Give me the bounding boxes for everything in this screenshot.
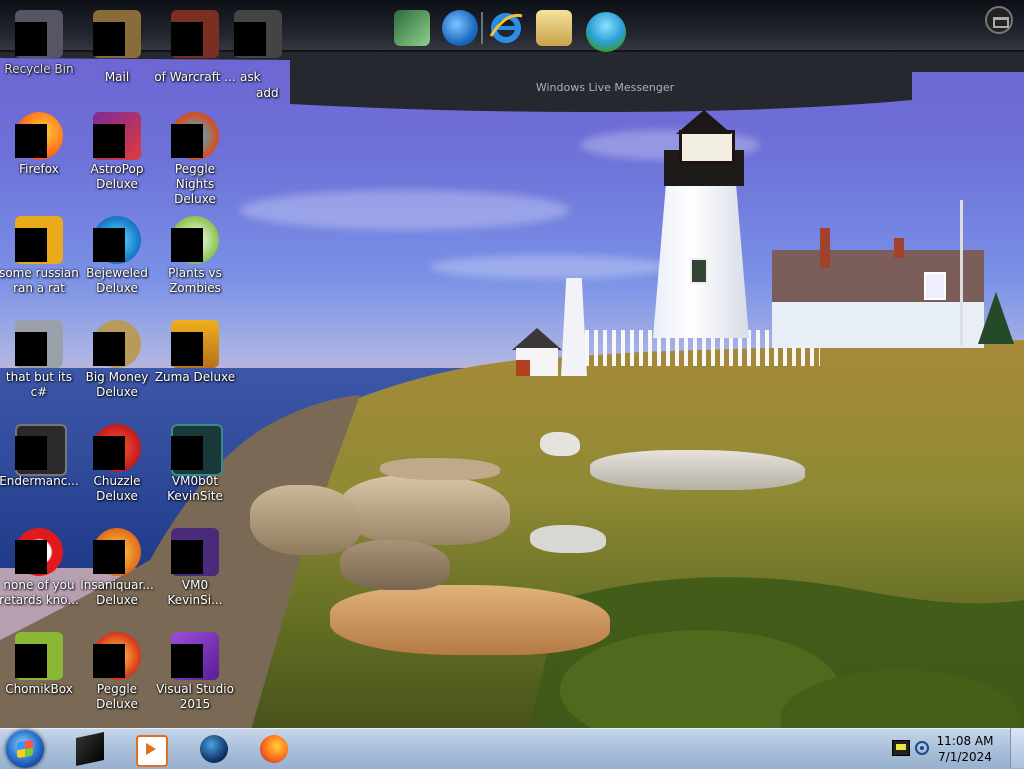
dock-app-download-icon[interactable]: [442, 10, 478, 46]
desktop-icon-peggle-nights[interactable]: Peggle Nights Deluxe: [154, 112, 236, 207]
desktop-icon-c-sharp[interactable]: that but its c#: [0, 320, 80, 400]
taskbar-clock[interactable]: 11:08 AM 7/1/2024: [930, 733, 1000, 765]
dock-app-photo-gallery-icon[interactable]: [536, 10, 572, 46]
clock-time: 11:08 AM: [936, 734, 994, 748]
desktop-icon-warcraft[interactable]: of Warcraft ...: [154, 10, 236, 85]
wallpaper-rock: [330, 585, 610, 655]
wallpaper-keeper-house: [772, 228, 984, 348]
desktop-icon-label: Peggle Deluxe: [96, 682, 138, 711]
tray-display-icon[interactable]: [892, 740, 910, 756]
desktop-icon-label: Firefox: [19, 162, 59, 176]
dock-menu-button[interactable]: [985, 6, 1013, 34]
desktop-icon-chuzzle[interactable]: Chuzzle Deluxe: [76, 424, 158, 504]
dock-app-spreadsheet-icon[interactable]: [394, 10, 430, 46]
globe-icon: [200, 735, 228, 763]
desktop-icon-recycle-bin[interactable]: Recycle Bin: [0, 10, 80, 77]
desktop-icon-label: none of you retards kno...: [0, 578, 79, 607]
desktop-icon-opera[interactable]: none of you retards kno...: [0, 528, 80, 608]
desktop-icon-vm0b0t-kevinsite[interactable]: VM0b0t KevinSite: [154, 424, 236, 504]
desktop-icon-rat[interactable]: some russian ran a rat: [0, 216, 80, 296]
wallpaper-rock: [250, 485, 360, 555]
dock-app-internet-explorer-icon[interactable]: [488, 10, 524, 46]
desktop-icon-bejeweled[interactable]: Bejeweled Deluxe: [76, 216, 158, 296]
start-button[interactable]: [6, 730, 44, 768]
desktop-icon-peggle[interactable]: Peggle Deluxe: [76, 632, 158, 712]
desktop-icon-label: Bejeweled Deluxe: [86, 266, 148, 295]
desktop-icon-label: add: [256, 86, 279, 100]
show-desktop-button[interactable]: [1010, 728, 1024, 768]
desktop-icon-label: VM0b0t KevinSite: [167, 474, 223, 503]
wallpaper-rock: [340, 475, 510, 545]
wallpaper-rock: [530, 525, 606, 553]
desktop-icon-vm0-kevinsite[interactable]: VM0 KevinSi...: [154, 528, 236, 608]
wallpaper-rock: [590, 450, 805, 490]
wallpaper-rock: [380, 458, 500, 480]
wallpaper-lighthouse-window: [690, 258, 708, 284]
desktop-icon-big-money[interactable]: Big Money Deluxe: [76, 320, 158, 400]
desktop-icon-label: Chuzzle Deluxe: [93, 474, 141, 503]
desktop-icon-visual-studio[interactable]: Visual Studio 2015: [154, 632, 236, 712]
desktop-icon-label: Endermanc...: [0, 474, 79, 488]
desktop-icon-label: AstroPop Deluxe: [90, 162, 144, 191]
clock-date: 7/1/2024: [938, 750, 992, 764]
wallpaper-small-house: [512, 328, 562, 378]
desktop-icon-label: Plants vs Zombies: [168, 266, 222, 295]
desktop-icon-chomikbox[interactable]: ChomikBox: [0, 632, 80, 697]
tray-network-icon[interactable]: [914, 740, 930, 755]
desktop-icon-firefox[interactable]: Firefox: [0, 112, 80, 177]
desktop-icon-label: ChomikBox: [5, 682, 73, 696]
wallpaper-rock: [540, 432, 580, 456]
desktop-icon-add[interactable]: add: [256, 86, 296, 101]
desktop-icon-label: Mail: [104, 70, 130, 84]
desktop-icon-label: ask: [240, 70, 261, 84]
desktop-icon-label: of Warcraft ...: [154, 70, 236, 84]
desktop-icon-label: that but its c#: [5, 370, 73, 399]
desktop-icon-label: Zuma Deluxe: [154, 370, 236, 384]
taskbar-globe-button[interactable]: [186, 731, 242, 767]
dock-separator: [481, 12, 483, 44]
desktop-icon-label: Insaniquar... Deluxe: [80, 578, 154, 607]
dock-tooltip: Windows Live Messenger: [535, 81, 675, 94]
desktop-icon-plants-vs-zombies[interactable]: Plants vs Zombies: [154, 216, 236, 296]
desktop-icon-label: Visual Studio 2015: [156, 682, 234, 711]
windows-logo-icon: [17, 739, 33, 759]
taskbar-firefox-button[interactable]: [246, 731, 302, 767]
desktop-icon-mail[interactable]: Mail: [76, 10, 158, 85]
desktop-icon-zuma[interactable]: Zuma Deluxe: [154, 320, 236, 385]
wallpaper-flagpole: [960, 200, 963, 345]
desktop-icon-astropop[interactable]: AstroPop Deluxe: [76, 112, 158, 192]
desktop-icon-label: VM0 KevinSi...: [167, 578, 223, 607]
desktop-icon-label: Recycle Bin: [4, 62, 74, 76]
wallpaper-lighthouse-lamp: [679, 130, 735, 164]
media-player-icon: [136, 735, 168, 767]
taskbar-media-player-button[interactable]: [122, 731, 178, 767]
desktop-icon-label: some russian ran a rat: [0, 266, 79, 295]
firefox-icon: [260, 735, 288, 763]
blackbox-icon: [76, 732, 104, 766]
wallpaper-rock: [340, 540, 450, 590]
taskbar: [0, 728, 1024, 769]
desktop-icon-label: Big Money Deluxe: [85, 370, 149, 399]
desktop-icon-label: Peggle Nights Deluxe: [174, 162, 216, 206]
desktop-icon-ask[interactable]: ask: [228, 10, 288, 85]
dock-app-messenger-icon[interactable]: [586, 12, 626, 52]
desktop-icon-insaniquarium[interactable]: Insaniquar... Deluxe: [76, 528, 158, 608]
desktop-icon-endermanch[interactable]: Endermanc...: [0, 424, 80, 489]
taskbar-blackbox-button[interactable]: [62, 731, 118, 767]
